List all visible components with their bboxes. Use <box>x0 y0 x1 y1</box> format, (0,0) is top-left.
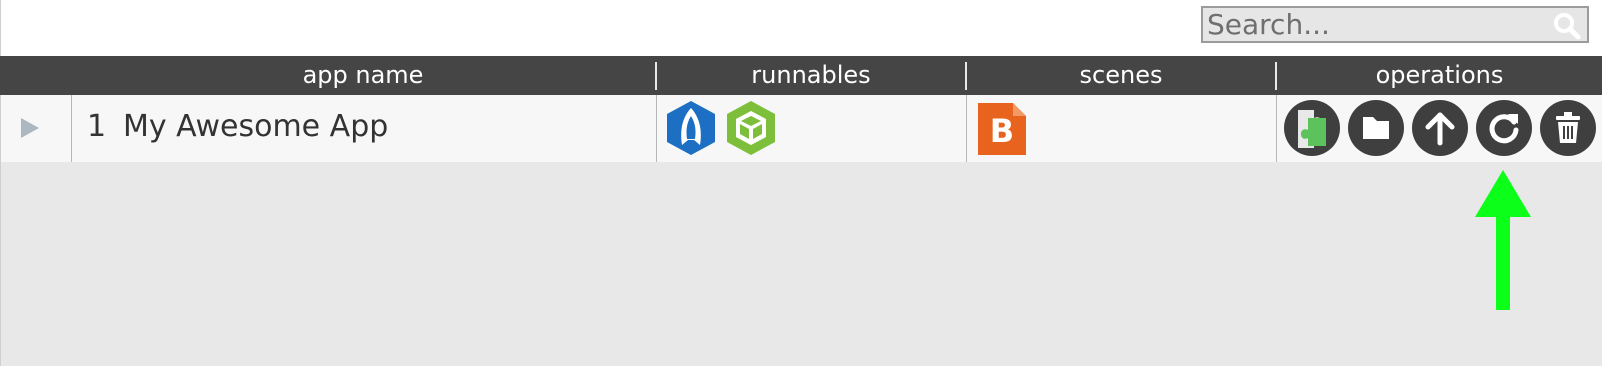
column-header-runnables[interactable]: runnables <box>657 56 965 95</box>
expand-row-icon[interactable] <box>21 118 39 138</box>
cell-divider <box>656 95 657 162</box>
cell-divider <box>966 95 967 162</box>
refresh-icon[interactable] <box>1476 100 1532 156</box>
search-icon[interactable] <box>1553 12 1581 40</box>
table-row[interactable]: 1 My Awesome App B <box>0 95 1602 162</box>
column-header-scenes[interactable]: scenes <box>967 56 1275 95</box>
rocket-runnable-icon[interactable] <box>664 99 718 157</box>
row-index: 1 <box>87 109 107 144</box>
search-box[interactable] <box>1201 6 1589 43</box>
b-scene-icon[interactable]: B <box>975 99 1029 157</box>
table-header: app name runnables scenes operations <box>0 56 1602 95</box>
column-header-operations[interactable]: operations <box>1277 56 1602 95</box>
folder-icon[interactable] <box>1348 100 1404 156</box>
cell-divider <box>71 95 72 162</box>
app-name-cell[interactable]: My Awesome App <box>123 109 388 144</box>
top-bar <box>0 0 1602 56</box>
cell-divider <box>1276 95 1277 162</box>
cube-runnable-icon[interactable] <box>724 99 778 157</box>
trash-icon[interactable] <box>1540 100 1596 156</box>
annotation-arrow-icon <box>1475 170 1531 310</box>
svg-text:B: B <box>990 112 1014 150</box>
table-empty-area <box>0 162 1602 366</box>
search-input[interactable] <box>1207 9 1537 40</box>
column-header-app-name[interactable]: app name <box>70 56 656 95</box>
upload-icon[interactable] <box>1412 100 1468 156</box>
puzzle-icon[interactable] <box>1284 100 1340 156</box>
